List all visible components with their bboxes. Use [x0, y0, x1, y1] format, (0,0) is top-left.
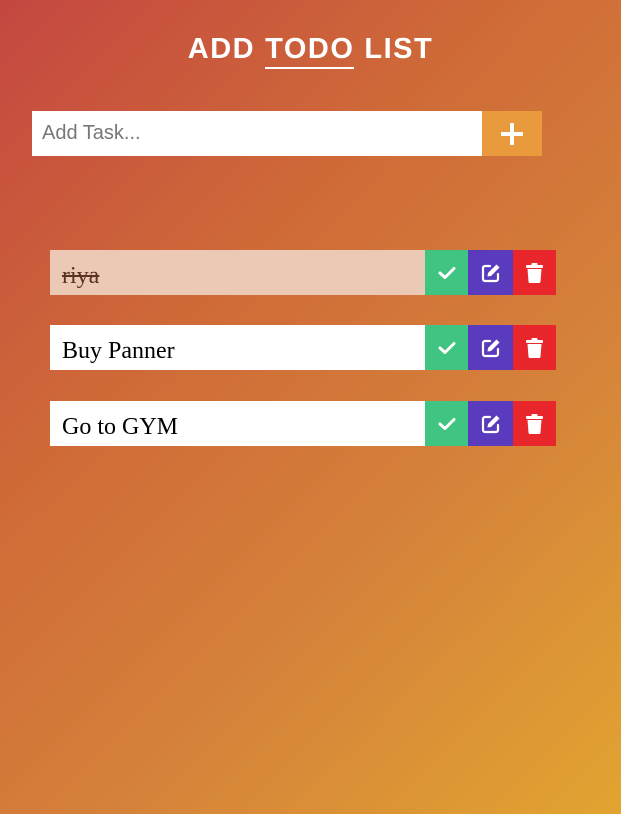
edit-button[interactable] — [468, 401, 513, 446]
check-icon — [438, 266, 456, 280]
add-task-form — [32, 111, 542, 156]
add-task-button[interactable] — [482, 111, 542, 156]
edit-icon — [481, 414, 501, 434]
title-add: ADD — [187, 33, 256, 65]
todo-text: Go to GYM — [50, 401, 425, 446]
edit-button[interactable] — [468, 325, 513, 370]
page-title: ADD TODO LIST — [0, 32, 621, 69]
edit-icon — [481, 263, 501, 283]
todo-text: Buy Panner — [50, 325, 425, 370]
check-icon — [438, 341, 456, 355]
todo-list: riya Buy Panner Go to GYM — [50, 250, 556, 476]
trash-icon — [526, 262, 543, 283]
delete-button[interactable] — [513, 325, 556, 370]
trash-icon — [526, 413, 543, 434]
todo-text: riya — [50, 250, 425, 295]
edit-icon — [481, 338, 501, 358]
add-task-input[interactable] — [32, 111, 482, 156]
delete-button[interactable] — [513, 401, 556, 446]
todo-item: riya — [50, 250, 556, 295]
trash-icon — [526, 337, 543, 358]
todo-item: Go to GYM — [50, 401, 556, 446]
title-list: LIST — [364, 33, 434, 65]
complete-button[interactable] — [425, 325, 468, 370]
complete-button[interactable] — [425, 250, 468, 295]
delete-button[interactable] — [513, 250, 556, 295]
plus-icon — [501, 122, 523, 145]
complete-button[interactable] — [425, 401, 468, 446]
edit-button[interactable] — [468, 250, 513, 295]
todo-item: Buy Panner — [50, 325, 556, 370]
title-todo: TODO — [265, 32, 355, 69]
check-icon — [438, 417, 456, 431]
